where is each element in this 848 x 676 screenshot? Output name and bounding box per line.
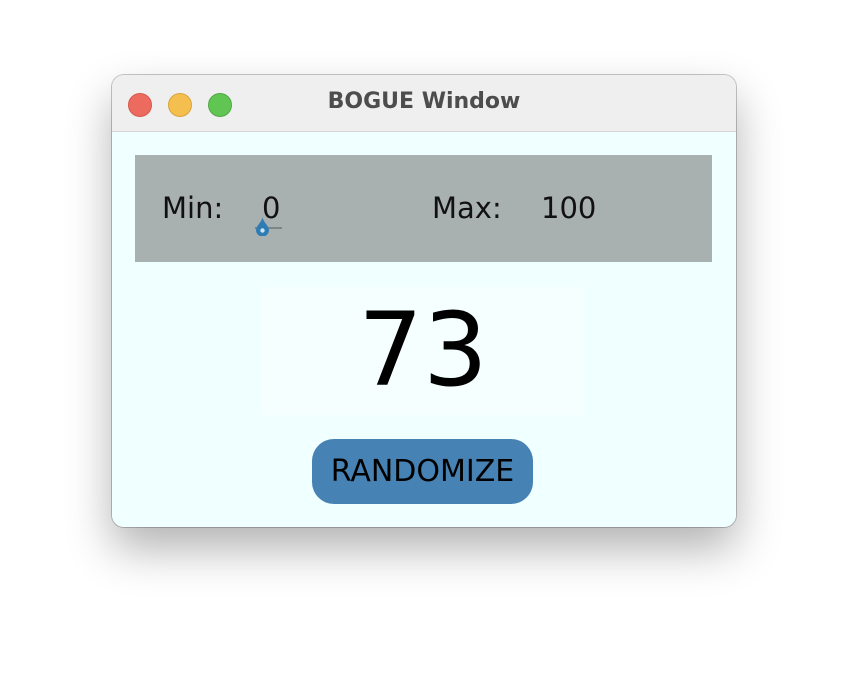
min-label: Min:	[162, 191, 224, 225]
random-number-value: 73	[358, 291, 488, 410]
max-value: 100	[541, 191, 597, 225]
max-label: Max:	[432, 191, 502, 225]
range-panel: Min: 0 Max: 100	[135, 155, 712, 262]
random-number-display: 73	[262, 287, 584, 415]
slider-thumb-icon[interactable]	[256, 217, 269, 236]
app-window: BOGUE Window Min: 0 Max: 100 73 RANDOMIZ…	[112, 75, 736, 527]
window-content: Min: 0 Max: 100 73 RANDOMIZE	[112, 132, 736, 527]
randomize-button[interactable]: RANDOMIZE	[312, 439, 533, 504]
window-title: BOGUE Window	[327, 89, 521, 114]
title-bar[interactable]: BOGUE Window	[112, 75, 736, 132]
